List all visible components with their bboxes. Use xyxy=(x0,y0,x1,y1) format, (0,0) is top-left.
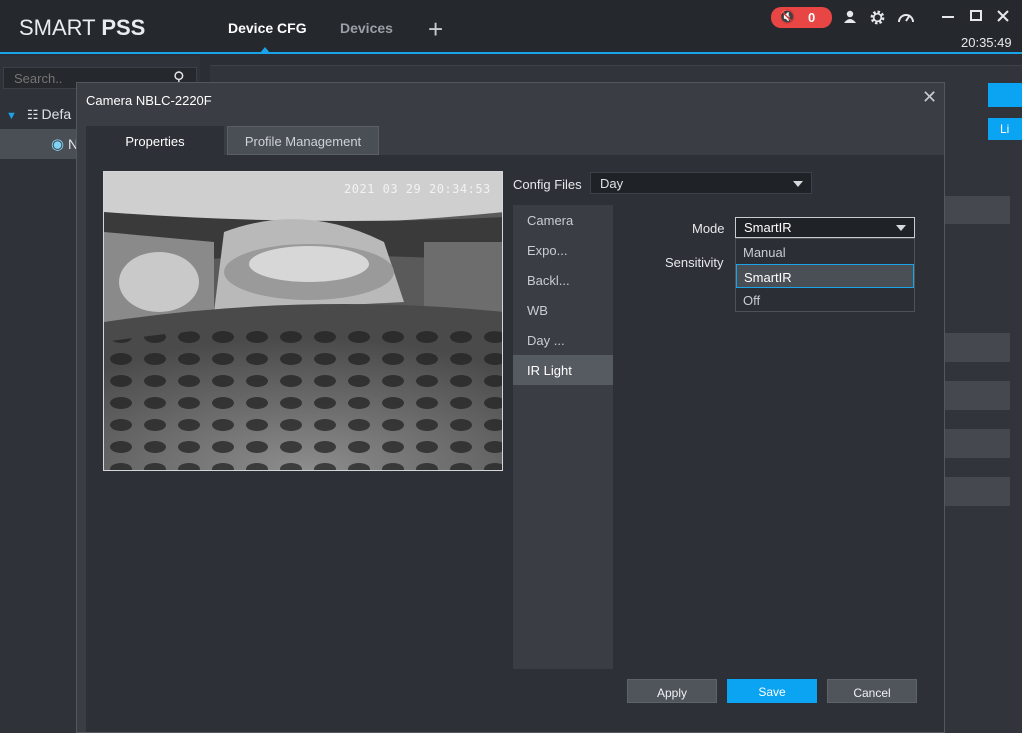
gear-icon[interactable] xyxy=(869,9,886,31)
background-row xyxy=(945,333,1010,362)
sensitivity-label: Sensitivity xyxy=(665,255,724,270)
tab-properties[interactable]: Properties xyxy=(86,126,224,155)
mode-dropdown: Manual SmartIR Off xyxy=(735,238,915,312)
logo-text: SMART xyxy=(19,15,102,40)
tree-group-default[interactable]: ▼ ☷ Defa xyxy=(6,106,71,123)
menu-item-camera[interactable]: Camera xyxy=(513,205,613,235)
background-list-button[interactable]: Li xyxy=(988,118,1022,140)
alarm-badge[interactable]: 🔇 0 xyxy=(771,7,832,28)
clock: 20:35:49 xyxy=(961,35,1012,50)
plus-icon[interactable]: + xyxy=(428,16,443,42)
dialog-title: Camera NBLC-2220F xyxy=(86,93,212,108)
config-files-select[interactable]: Day xyxy=(590,172,812,194)
logo-text-bold: PSS xyxy=(101,15,146,40)
camera-feed-image xyxy=(104,172,502,470)
camera-icon: ◉ xyxy=(51,136,65,153)
hierarchy-icon: ☷ xyxy=(26,107,39,122)
background-row xyxy=(945,196,1010,224)
tab-device-cfg[interactable]: Device CFG xyxy=(228,20,307,36)
user-icon[interactable] xyxy=(842,9,858,30)
background-row xyxy=(945,381,1010,410)
background-row xyxy=(945,429,1010,458)
apply-button[interactable]: Apply xyxy=(627,679,717,703)
menu-item-backlight[interactable]: Backl... xyxy=(513,265,613,295)
chevron-down-icon xyxy=(896,225,906,231)
config-menu: Camera Expo... Backl... WB Day ... IR Li… xyxy=(513,205,613,669)
menu-item-ir-light[interactable]: IR Light xyxy=(513,355,613,385)
save-button[interactable]: Save xyxy=(727,679,817,703)
background-row xyxy=(945,477,1010,506)
top-bar: SMART PSS Device CFG Devices + 🔇 0 20:35… xyxy=(0,0,1022,54)
mode-select[interactable]: SmartIR xyxy=(735,217,915,238)
config-files-label: Config Files xyxy=(513,177,582,192)
app-logo: SMART PSS xyxy=(19,15,145,41)
smart-pss-window: SMART PSS Device CFG Devices + 🔇 0 20:35… xyxy=(0,0,1022,733)
mode-option-off[interactable]: Off xyxy=(736,288,914,312)
gauge-icon[interactable] xyxy=(897,9,915,30)
chevron-down-icon xyxy=(793,181,803,187)
menu-item-day-night[interactable]: Day ... xyxy=(513,325,613,355)
video-timestamp: 2021 03 29 20:34:53 xyxy=(344,182,491,196)
speaker-mute-icon: 🔇 xyxy=(779,9,796,24)
menu-item-wb[interactable]: WB xyxy=(513,295,613,325)
active-tab-indicator xyxy=(260,47,270,53)
mode-option-smartir[interactable]: SmartIR xyxy=(736,264,914,288)
menu-item-exposure[interactable]: Expo... xyxy=(513,235,613,265)
close-icon[interactable]: ✕ xyxy=(922,88,937,106)
tree-group-label: Defa xyxy=(41,106,72,122)
tab-profile-management[interactable]: Profile Management xyxy=(227,126,379,155)
mode-label: Mode xyxy=(692,221,725,236)
config-files-value: Day xyxy=(600,176,624,191)
background-action-button[interactable] xyxy=(988,83,1022,107)
cancel-button[interactable]: Cancel xyxy=(827,679,917,703)
mode-option-manual[interactable]: Manual xyxy=(736,240,914,264)
tab-devices[interactable]: Devices xyxy=(340,20,393,36)
alarm-count: 0 xyxy=(808,10,816,25)
video-preview: 2021 03 29 20:34:53 xyxy=(103,171,503,471)
maximize-icon[interactable] xyxy=(969,8,983,29)
minimize-icon[interactable] xyxy=(941,8,955,29)
mode-value: SmartIR xyxy=(744,220,792,235)
close-window-icon[interactable] xyxy=(996,8,1010,29)
expand-triangle-icon[interactable]: ▼ xyxy=(6,110,17,122)
